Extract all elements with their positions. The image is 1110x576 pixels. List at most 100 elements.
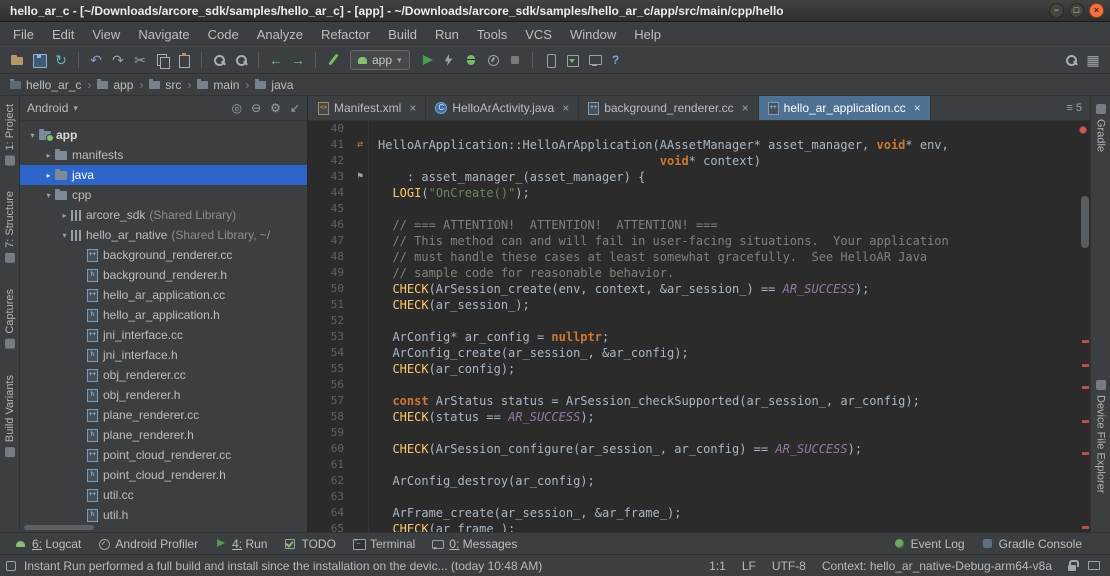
code-line-62[interactable]: 62 ArConfig_destroy(ar_config); bbox=[308, 473, 1090, 489]
make-project-icon[interactable] bbox=[324, 51, 342, 69]
find-icon[interactable] bbox=[210, 51, 228, 69]
tree-item-manifests[interactable]: ▸manifests bbox=[20, 145, 307, 165]
switcher-icon[interactable]: ▦ bbox=[1084, 51, 1102, 69]
menu-item-help[interactable]: Help bbox=[625, 25, 670, 44]
tree-item-hello-ar-application-h[interactable]: hhello_ar_application.h bbox=[20, 305, 307, 325]
tree-item-util-h[interactable]: hutil.h bbox=[20, 505, 307, 525]
tool-stripe-button-7-structure[interactable]: 7: Structure bbox=[4, 191, 16, 263]
code-line-46[interactable]: 46 // === ATTENTION! ATTENTION! ATTENTIO… bbox=[308, 217, 1090, 233]
line-number[interactable]: 63 bbox=[308, 489, 352, 505]
code-line-44[interactable]: 44 LOGI("OnCreate()"); bbox=[308, 185, 1090, 201]
code-line-63[interactable]: 63 bbox=[308, 489, 1090, 505]
line-number[interactable]: 59 bbox=[308, 425, 352, 441]
chevron-expanded-icon[interactable]: ▾ bbox=[58, 231, 71, 240]
code-line-64[interactable]: 64 ArFrame_create(ar_session_, &ar_frame… bbox=[308, 505, 1090, 521]
tree-item-app[interactable]: ▾app bbox=[20, 125, 307, 145]
tree-item-background-renderer-cc[interactable]: ++background_renderer.cc bbox=[20, 245, 307, 265]
line-number[interactable]: 62 bbox=[308, 473, 352, 489]
back-icon[interactable]: ← bbox=[267, 51, 285, 69]
project-view-selector[interactable]: Android ▾ bbox=[27, 101, 78, 115]
code-line-42[interactable]: 42 void* context) bbox=[308, 153, 1090, 169]
profiler-icon[interactable] bbox=[484, 51, 502, 69]
tool-button-terminal[interactable]: Terminal bbox=[344, 536, 423, 552]
line-number[interactable]: 49 bbox=[308, 265, 352, 281]
readonly-lock-icon[interactable] bbox=[1068, 565, 1076, 571]
code-line-58[interactable]: 58 CHECK(status == AR_SUCCESS); bbox=[308, 409, 1090, 425]
tool-stripe-button-captures[interactable]: Captures bbox=[4, 289, 16, 349]
line-number[interactable]: 58 bbox=[308, 409, 352, 425]
line-number[interactable]: 52 bbox=[308, 313, 352, 329]
code-line-50[interactable]: 50 CHECK(ArSession_create(env, context, … bbox=[308, 281, 1090, 297]
replace-icon[interactable] bbox=[232, 51, 250, 69]
menu-item-vcs[interactable]: VCS bbox=[516, 25, 561, 44]
toolwindow-switcher-icon[interactable] bbox=[6, 561, 16, 571]
code-line-53[interactable]: 53 ArConfig* ar_config = nullptr; bbox=[308, 329, 1090, 345]
line-number[interactable]: 56 bbox=[308, 377, 352, 393]
tree-item-util-cc[interactable]: ++util.cc bbox=[20, 485, 307, 505]
line-number[interactable]: 53 bbox=[308, 329, 352, 345]
line-number[interactable]: 44 bbox=[308, 185, 352, 201]
file-encoding[interactable]: UTF-8 bbox=[772, 559, 806, 573]
locate-icon[interactable]: ◎ bbox=[232, 101, 242, 115]
redo-icon[interactable]: ↷ bbox=[109, 51, 127, 69]
editor-tab-helloaractivity-java[interactable]: CHelloArActivity.java× bbox=[426, 96, 579, 120]
open-icon[interactable] bbox=[8, 51, 26, 69]
breadcrumb-item-app[interactable]: app bbox=[97, 78, 133, 92]
error-stripe-mark[interactable] bbox=[1082, 340, 1089, 343]
stop-icon[interactable] bbox=[506, 51, 524, 69]
tool-stripe-button-gradle[interactable]: Gradle bbox=[1095, 104, 1107, 152]
error-stripe-mark[interactable] bbox=[1082, 420, 1089, 423]
code-line-56[interactable]: 56 bbox=[308, 377, 1090, 393]
close-tab-icon[interactable]: × bbox=[409, 101, 416, 115]
tree-item-obj-renderer-cc[interactable]: ++obj_renderer.cc bbox=[20, 365, 307, 385]
menu-item-code[interactable]: Code bbox=[199, 25, 248, 44]
line-number[interactable]: 57 bbox=[308, 393, 352, 409]
tree-item-java[interactable]: ▸java bbox=[20, 165, 307, 185]
menu-item-analyze[interactable]: Analyze bbox=[248, 25, 312, 44]
paste-icon[interactable] bbox=[175, 51, 193, 69]
copy-icon[interactable] bbox=[153, 51, 171, 69]
menu-item-edit[interactable]: Edit bbox=[43, 25, 83, 44]
save-all-icon[interactable] bbox=[30, 51, 48, 69]
avd-manager-icon[interactable] bbox=[541, 51, 559, 69]
device-monitor-icon[interactable] bbox=[585, 51, 603, 69]
code-line-47[interactable]: 47 // This method can and will fail in u… bbox=[308, 233, 1090, 249]
caret-position[interactable]: 1:1 bbox=[709, 559, 726, 573]
cut-icon[interactable]: ✂ bbox=[131, 51, 149, 69]
menu-item-tools[interactable]: Tools bbox=[468, 25, 516, 44]
code-line-40[interactable]: 40 bbox=[308, 121, 1090, 137]
line-number[interactable]: 48 bbox=[308, 249, 352, 265]
sdk-manager-icon[interactable] bbox=[563, 51, 581, 69]
tree-item-arcore-sdk[interactable]: ▸arcore_sdk (Shared Library) bbox=[20, 205, 307, 225]
code-line-52[interactable]: 52 bbox=[308, 313, 1090, 329]
error-stripe-mark[interactable] bbox=[1082, 364, 1089, 367]
line-number[interactable]: 42 bbox=[308, 153, 352, 169]
code-line-54[interactable]: 54 ArConfig_create(ar_session_, &ar_conf… bbox=[308, 345, 1090, 361]
error-stripe-mark[interactable] bbox=[1082, 386, 1089, 389]
code-line-57[interactable]: 57 const ArStatus status = ArSession_che… bbox=[308, 393, 1090, 409]
code-line-51[interactable]: 51 CHECK(ar_session_); bbox=[308, 297, 1090, 313]
line-number[interactable]: 50 bbox=[308, 281, 352, 297]
run-icon[interactable] bbox=[418, 51, 436, 69]
line-number[interactable]: 43 bbox=[308, 169, 352, 185]
code-line-61[interactable]: 61 bbox=[308, 457, 1090, 473]
tool-button-event-log[interactable]: Event Log bbox=[885, 536, 973, 552]
window-maximize-button[interactable]: □ bbox=[1069, 3, 1084, 18]
tree-item-jni-interface-h[interactable]: hjni_interface.h bbox=[20, 345, 307, 365]
menu-item-build[interactable]: Build bbox=[379, 25, 426, 44]
help-icon[interactable]: ? bbox=[607, 51, 625, 69]
code-line-65[interactable]: 65 CHECK(ar_frame_); bbox=[308, 521, 1090, 532]
editor-tab-manifest-xml[interactable]: <>Manifest.xml× bbox=[309, 96, 426, 120]
code-line-48[interactable]: 48 // must handle these cases at least s… bbox=[308, 249, 1090, 265]
tool-stripe-button-1-project[interactable]: 1: Project bbox=[4, 104, 16, 165]
editor-tab-background-renderer-cc[interactable]: ++background_renderer.cc× bbox=[579, 96, 758, 120]
tool-button-gradle-console[interactable]: Gradle Console bbox=[973, 536, 1090, 552]
sync-icon[interactable]: ↻ bbox=[52, 51, 70, 69]
tool-button-todo[interactable]: TODO bbox=[275, 536, 343, 552]
breadcrumb-item-main[interactable]: main bbox=[197, 78, 239, 92]
run-config-select[interactable]: app▾ bbox=[350, 50, 410, 70]
undo-icon[interactable]: ↶ bbox=[87, 51, 105, 69]
menu-item-view[interactable]: View bbox=[83, 25, 129, 44]
chevron-expanded-icon[interactable]: ▾ bbox=[42, 191, 55, 200]
project-hscrollbar[interactable] bbox=[24, 525, 94, 530]
